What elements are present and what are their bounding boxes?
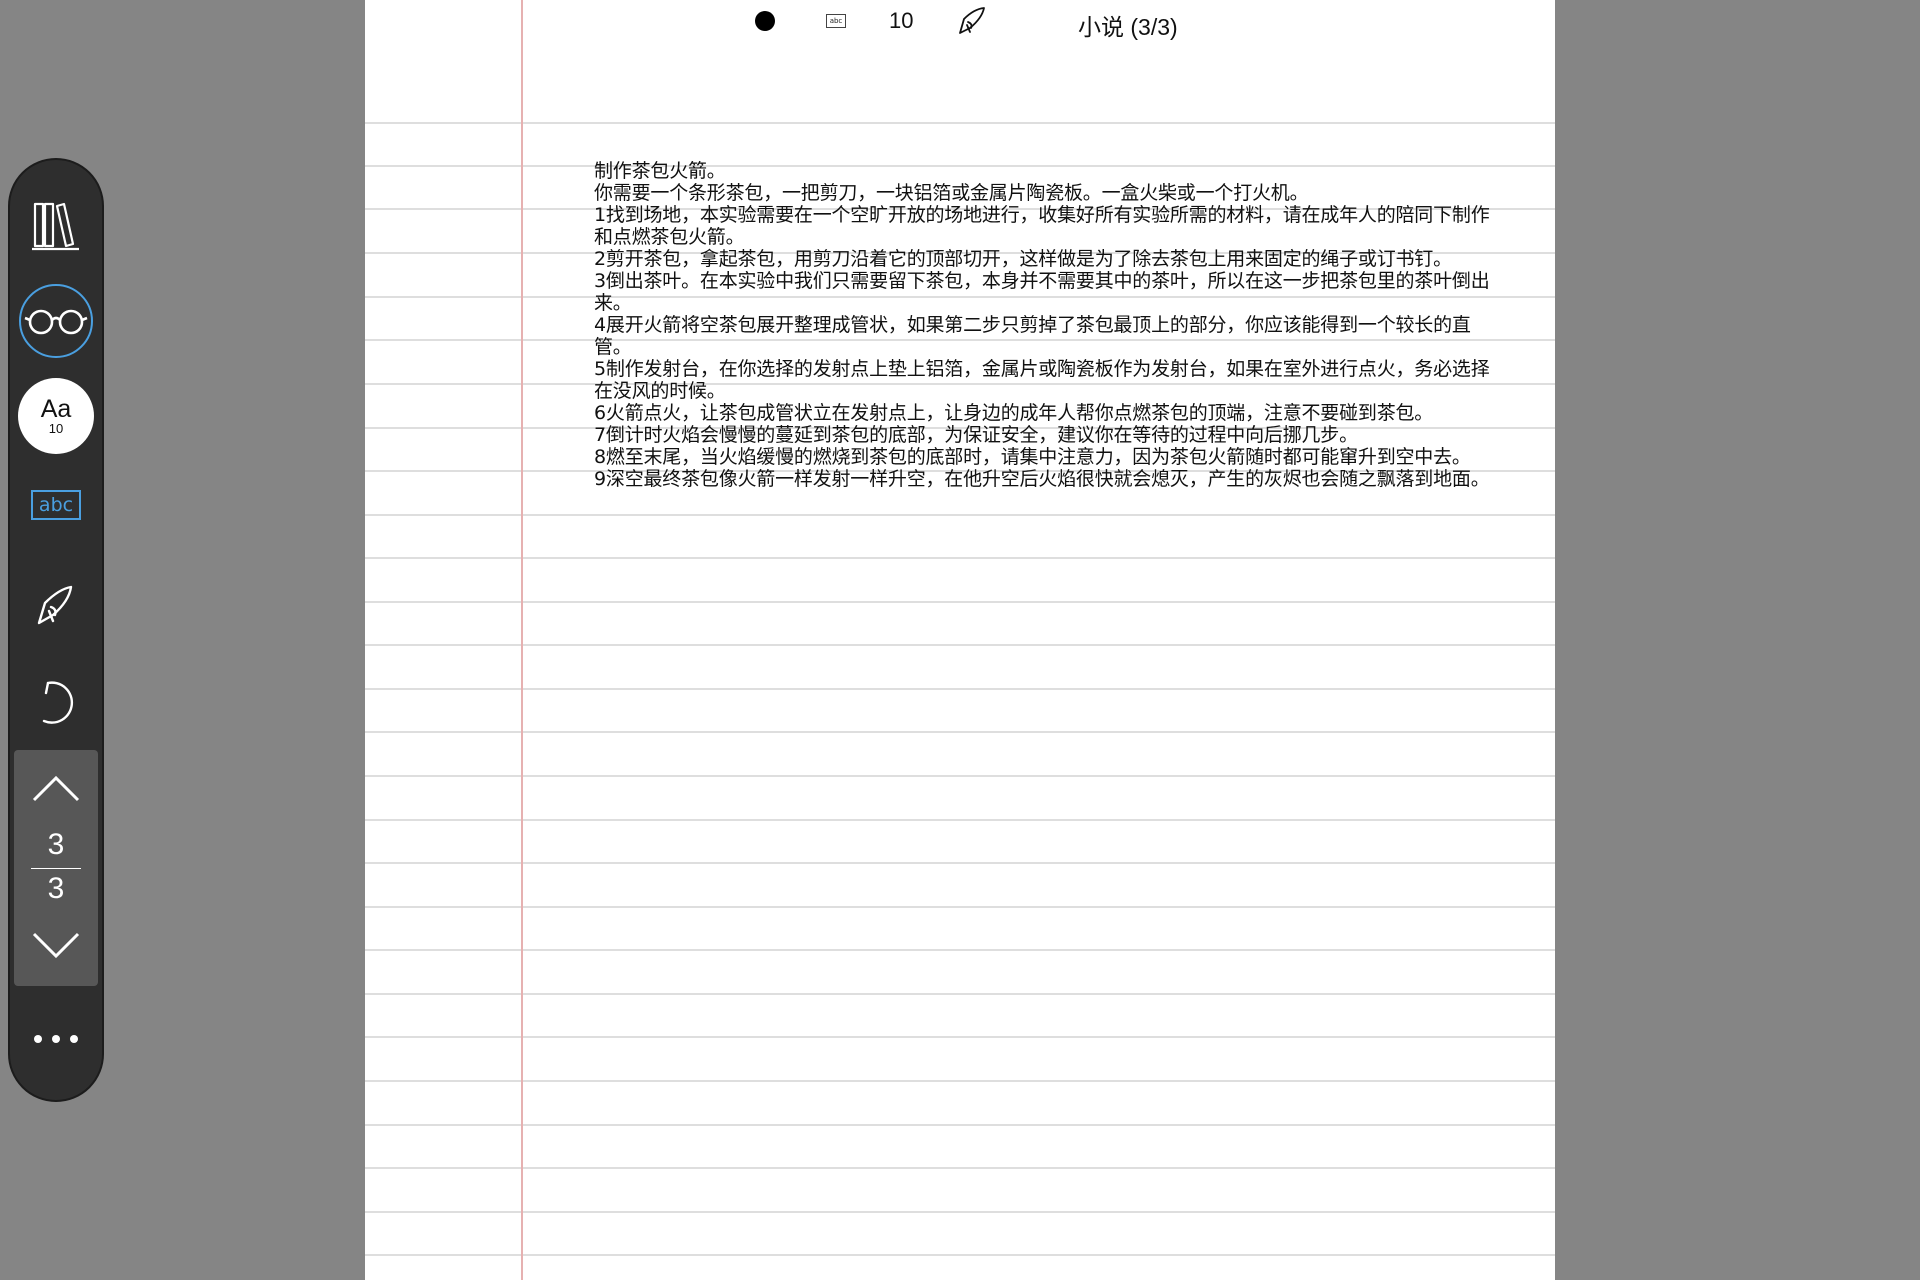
more-icon bbox=[29, 1028, 83, 1047]
ruled-line bbox=[365, 906, 1555, 908]
text-recognition-button[interactable]: abc bbox=[29, 488, 83, 522]
note-page[interactable]: abc 10 小说 (3/3) 制作茶包火箭。 你需要一个条形茶包，一把剪刀，一块… bbox=[365, 0, 1555, 1280]
glasses-icon bbox=[24, 309, 88, 335]
font-settings-button[interactable]: Aa 10 bbox=[18, 378, 94, 454]
ruled-line bbox=[365, 1211, 1555, 1213]
document-line: 6火箭点火，让茶包成管状立在发射点上，让身边的成年人帮你点燃茶包的顶端，注意不要… bbox=[594, 402, 1434, 424]
document-title: 小说 (3/3) bbox=[1078, 14, 1178, 40]
total-pages: 3 bbox=[47, 872, 65, 905]
document-line: 2剪开茶包，拿起茶包，用剪刀沿着它的顶部切开，这样做是为了除去茶包上用来固定的绳… bbox=[594, 248, 1452, 270]
ruled-line bbox=[365, 993, 1555, 995]
library-icon bbox=[32, 202, 79, 251]
chevron-up-icon bbox=[32, 775, 80, 802]
ruled-line bbox=[365, 1254, 1555, 1256]
pen-status-icon[interactable] bbox=[955, 4, 989, 38]
ruled-line bbox=[365, 688, 1555, 690]
document-text: 制作茶包火箭。 你需要一个条形茶包，一把剪刀，一块铝箔或金属片陶瓷板。一盒火柴或一… bbox=[594, 160, 1494, 490]
library-button[interactable] bbox=[26, 196, 86, 256]
undo-button[interactable] bbox=[28, 674, 84, 730]
document-line: 3倒出茶叶。在本实验中我们只需要留下茶包，本身并不需要其中的茶叶，所以在这一步把… bbox=[594, 270, 1490, 314]
ruled-line bbox=[365, 1080, 1555, 1082]
document-line: 5制作发射台，在你选择的发射点上垫上铝箔，金属片或陶瓷板作为发射台，如果在室外进… bbox=[594, 358, 1490, 402]
document-line: 你需要一个条形茶包，一把剪刀，一块铝箔或金属片陶瓷板。一盒火柴或一个打火机。 bbox=[594, 182, 1309, 204]
page-down-button[interactable] bbox=[26, 926, 86, 966]
current-page: 3 bbox=[47, 828, 65, 861]
page-up-button[interactable] bbox=[26, 768, 86, 808]
margin-line bbox=[521, 0, 523, 1280]
document-line: 4展开火箭将空茶包展开整理成管状，如果第二步只剪掉了茶包最顶上的部分，你应该能得… bbox=[594, 314, 1471, 358]
ruled-line bbox=[365, 1036, 1555, 1038]
document-line: 7倒计时火焰会慢慢的蔓延到茶包的底部，为保证安全，建议你在等待的过程中向后挪几步… bbox=[594, 424, 1358, 446]
ruled-line bbox=[365, 644, 1555, 646]
abc-icon: abc bbox=[31, 490, 81, 520]
abc-status-icon[interactable]: abc bbox=[826, 14, 846, 28]
left-toolbar: Aa 10 abc 3 3 bbox=[8, 158, 104, 1102]
reading-mode-button[interactable] bbox=[19, 284, 93, 358]
font-button-label: Aa bbox=[40, 395, 72, 423]
ruled-line bbox=[365, 862, 1555, 864]
undo-icon bbox=[42, 681, 74, 724]
font-size-indicator: 10 bbox=[889, 8, 914, 33]
page-divider bbox=[31, 868, 81, 869]
app-screen: Aa 10 abc 3 3 abc 10 小说 (3/3) 制作茶包火箭。 你需… bbox=[0, 0, 1920, 1280]
ruled-line bbox=[365, 1124, 1555, 1126]
ruled-line bbox=[365, 122, 1555, 124]
ruled-line bbox=[365, 557, 1555, 559]
more-button[interactable] bbox=[26, 1022, 86, 1052]
pen-color-indicator[interactable] bbox=[755, 11, 775, 31]
pen-icon bbox=[37, 585, 73, 625]
chevron-down-icon bbox=[32, 932, 80, 959]
document-line: 制作茶包火箭。 bbox=[594, 160, 726, 182]
ruled-line bbox=[365, 514, 1555, 516]
ruled-line bbox=[365, 731, 1555, 733]
document-line: 9深空最终茶包像火箭一样发射一样升空，在他升空后火焰很快就会熄灭，产生的灰烬也会… bbox=[594, 468, 1490, 490]
page-status-bar: abc 10 小说 (3/3) bbox=[365, 0, 1555, 44]
ruled-line bbox=[365, 775, 1555, 777]
ruled-line bbox=[365, 819, 1555, 821]
page-navigator: 3 3 bbox=[14, 750, 98, 986]
pen-tool-button[interactable] bbox=[28, 578, 84, 634]
font-button-size: 10 bbox=[48, 421, 64, 436]
document-line: 1找到场地，本实验需要在一个空旷开放的场地进行，收集好所有实验所需的材料，请在成… bbox=[594, 204, 1490, 248]
document-line: 8燃至末尾，当火焰缓慢的燃烧到茶包的底部时，请集中注意力，因为茶包火箭随时都可能… bbox=[594, 446, 1471, 468]
ruled-line bbox=[365, 601, 1555, 603]
ruled-line bbox=[365, 1167, 1555, 1169]
ruled-line bbox=[365, 949, 1555, 951]
